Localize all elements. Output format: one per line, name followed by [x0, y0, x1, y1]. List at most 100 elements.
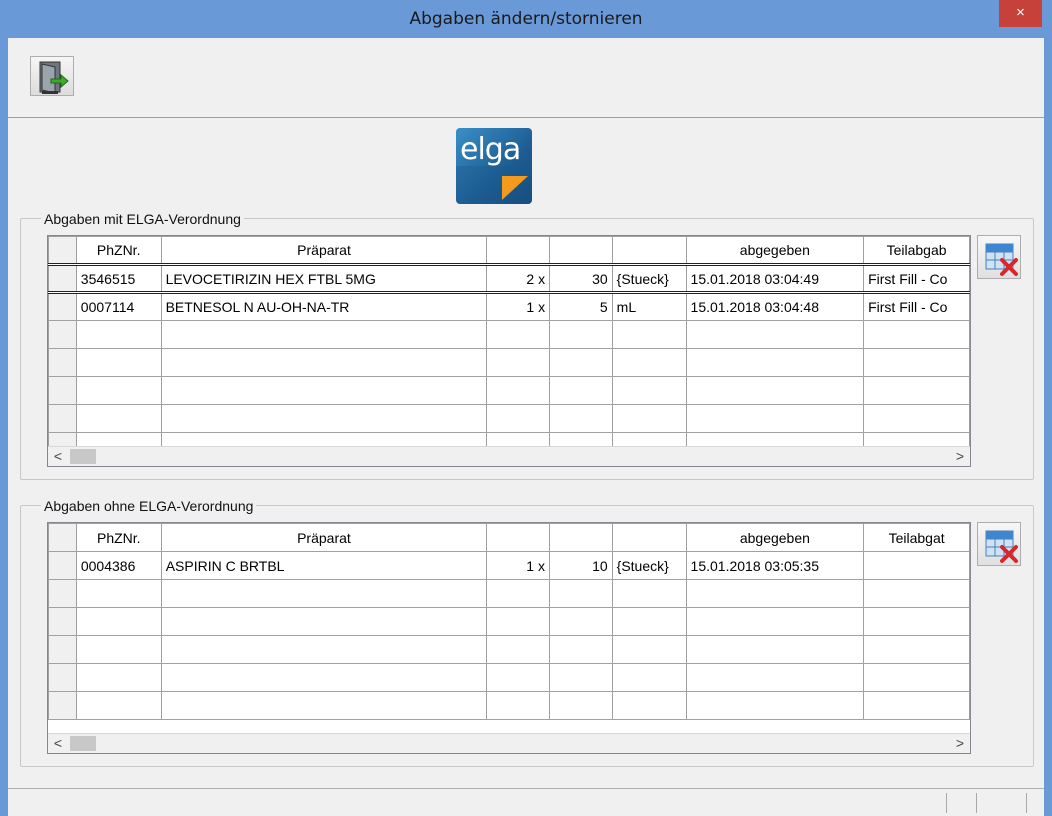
empty-cell[interactable] — [486, 663, 550, 692]
column-header-menge[interactable] — [548, 523, 613, 552]
row-header[interactable] — [48, 376, 77, 405]
empty-cell[interactable] — [863, 663, 970, 692]
empty-cell[interactable] — [685, 348, 865, 377]
empty-cell[interactable] — [549, 348, 613, 377]
cell-phznr[interactable]: 3546515 — [75, 263, 162, 294]
empty-row[interactable] — [48, 691, 970, 720]
row-header[interactable] — [48, 263, 77, 294]
empty-cell[interactable] — [75, 635, 162, 664]
empty-cell[interactable] — [486, 320, 551, 349]
empty-cell[interactable] — [75, 663, 162, 692]
empty-cell[interactable] — [160, 320, 488, 349]
empty-cell[interactable] — [486, 579, 550, 608]
empty-cell[interactable] — [75, 348, 162, 377]
cell-praeparat[interactable]: ASPIRIN C BRTBL — [160, 551, 488, 580]
empty-cell[interactable] — [685, 579, 865, 608]
empty-cell[interactable] — [685, 691, 865, 720]
cell-menge[interactable]: 5 — [549, 292, 613, 321]
empty-cell[interactable] — [160, 348, 488, 377]
row-header[interactable] — [48, 320, 77, 349]
empty-row[interactable] — [48, 348, 970, 377]
empty-cell[interactable] — [611, 376, 687, 405]
empty-cell[interactable] — [548, 607, 613, 636]
empty-cell[interactable] — [863, 579, 970, 608]
cell-praeparat[interactable]: LEVOCETIRIZIN HEX FTBL 5MG — [160, 263, 488, 294]
empty-row[interactable] — [48, 404, 970, 433]
cell-praeparat[interactable]: BETNESOL N AU-OH-NA-TR — [160, 292, 488, 321]
horizontal-scrollbar[interactable]: < > — [48, 733, 970, 753]
scroll-left-button[interactable]: < — [48, 734, 68, 753]
empty-cell[interactable] — [75, 376, 162, 405]
empty-row[interactable] — [48, 663, 970, 692]
empty-cell[interactable] — [863, 607, 970, 636]
empty-cell[interactable] — [611, 404, 687, 433]
empty-row[interactable] — [48, 376, 970, 405]
empty-cell[interactable] — [160, 663, 488, 692]
empty-cell[interactable] — [486, 607, 550, 636]
cell-einheit[interactable]: {Stueck} — [611, 551, 687, 580]
scroll-right-button[interactable]: > — [950, 734, 970, 753]
column-header-teilabgabe[interactable]: Teilabgab — [863, 236, 970, 265]
empty-cell[interactable] — [160, 579, 488, 608]
empty-row[interactable] — [48, 635, 970, 664]
empty-cell[interactable] — [160, 691, 488, 720]
empty-cell[interactable] — [160, 607, 488, 636]
empty-cell[interactable] — [549, 404, 613, 433]
column-header-menge[interactable] — [549, 236, 613, 265]
row-header[interactable] — [48, 292, 77, 321]
empty-cell[interactable] — [863, 348, 970, 377]
cell-teilabgabe[interactable]: First Fill - Co — [863, 263, 970, 294]
empty-cell[interactable] — [611, 663, 687, 692]
empty-cell[interactable] — [75, 579, 162, 608]
cell-teilabgabe[interactable]: First Fill - Co — [863, 292, 970, 321]
cell-einheit[interactable]: {Stueck} — [611, 263, 687, 294]
column-header-anzahl[interactable] — [486, 523, 550, 552]
empty-cell[interactable] — [160, 404, 488, 433]
column-header-einheit[interactable] — [611, 523, 687, 552]
scroll-thumb[interactable] — [70, 449, 96, 464]
empty-cell[interactable] — [685, 635, 865, 664]
row-header[interactable] — [48, 579, 77, 608]
empty-cell[interactable] — [611, 348, 687, 377]
table-row[interactable]: 0007114 BETNESOL N AU-OH-NA-TR 1 x 5 mL … — [48, 292, 970, 321]
empty-cell[interactable] — [685, 376, 865, 405]
cell-menge[interactable]: 10 — [548, 551, 613, 580]
empty-cell[interactable] — [611, 635, 687, 664]
column-header-phznr[interactable]: PhZNr. — [75, 236, 162, 265]
grid-with-elga[interactable]: PhZNr. Präparat abgegeben Teilabgab 3546… — [47, 235, 971, 467]
row-header[interactable] — [48, 348, 77, 377]
empty-cell[interactable] — [75, 404, 162, 433]
column-header-teilabgabe[interactable]: Teilabgat — [863, 523, 970, 552]
empty-cell[interactable] — [863, 691, 970, 720]
empty-row[interactable] — [48, 607, 970, 636]
cancel-dispense-button[interactable] — [977, 235, 1021, 279]
cell-abgegeben[interactable]: 15.01.2018 03:04:48 — [685, 292, 865, 321]
cell-menge[interactable]: 30 — [549, 263, 613, 294]
cell-anzahl[interactable]: 1 x — [486, 292, 551, 321]
cell-anzahl[interactable]: 1 x — [486, 551, 550, 580]
empty-cell[interactable] — [685, 320, 865, 349]
empty-cell[interactable] — [611, 607, 687, 636]
empty-row[interactable] — [48, 320, 970, 349]
empty-cell[interactable] — [75, 691, 162, 720]
empty-cell[interactable] — [486, 635, 550, 664]
empty-row[interactable] — [48, 579, 970, 608]
empty-cell[interactable] — [160, 376, 488, 405]
row-header[interactable] — [48, 635, 77, 664]
empty-cell[interactable] — [863, 635, 970, 664]
empty-cell[interactable] — [75, 607, 162, 636]
row-header[interactable] — [48, 551, 77, 580]
cell-abgegeben[interactable]: 15.01.2018 03:05:35 — [685, 551, 865, 580]
scroll-thumb[interactable] — [70, 736, 96, 751]
table-row[interactable]: 3546515 LEVOCETIRIZIN HEX FTBL 5MG 2 x 3… — [48, 263, 970, 294]
cancel-dispense-button[interactable] — [977, 522, 1021, 566]
empty-cell[interactable] — [863, 320, 970, 349]
empty-cell[interactable] — [548, 663, 613, 692]
empty-cell[interactable] — [160, 635, 488, 664]
horizontal-scrollbar[interactable]: < > — [48, 446, 970, 466]
cell-phznr[interactable]: 0004386 — [75, 551, 162, 580]
scroll-left-button[interactable]: < — [48, 447, 68, 466]
title-bar[interactable]: Abgaben ändern/stornieren × — [0, 0, 1052, 38]
empty-cell[interactable] — [685, 663, 865, 692]
scroll-right-button[interactable]: > — [950, 447, 970, 466]
